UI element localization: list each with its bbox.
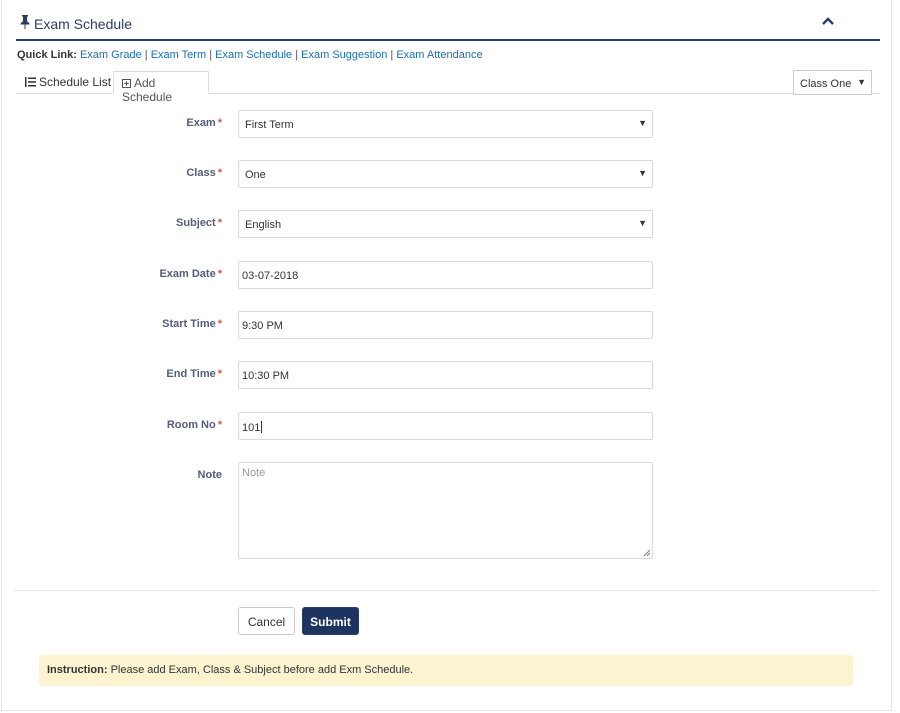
instruction-text: Please add Exam, Class & Subject before … <box>110 664 414 676</box>
note-placeholder: Note <box>242 467 266 479</box>
subject-select[interactable]: English ▼ <box>238 210 653 238</box>
end-time-input[interactable]: 10:30 PM <box>238 361 653 389</box>
room-no-row: Room No * 101 <box>0 412 900 440</box>
tab-add-schedule[interactable]: Add Schedule <box>113 71 209 104</box>
end-time-row: End Time * 10:30 PM <box>0 361 900 389</box>
submit-button[interactable]: Submit <box>302 607 359 635</box>
class-label: Class * <box>186 167 222 179</box>
exam-date-label: Exam Date * <box>159 268 222 280</box>
class-select-value: One <box>245 169 266 181</box>
start-time-value: 9:30 PM <box>242 320 283 332</box>
subject-row: Subject * English ▼ <box>0 210 900 238</box>
class-filter-value: Class One <box>800 78 852 90</box>
form-divider <box>14 590 878 591</box>
caret-down-icon: ▼ <box>638 168 647 178</box>
panel-title: Exam Schedule <box>34 16 133 32</box>
exam-select[interactable]: First Term ▼ <box>238 110 653 138</box>
exam-date-input[interactable]: 03-07-2018 <box>238 261 653 289</box>
list-icon <box>25 77 36 87</box>
class-filter-select[interactable]: Class One ▼ <box>793 70 872 95</box>
note-textarea[interactable]: Note <box>238 462 653 559</box>
tabs-bar: Schedule List Add Schedule <box>16 71 880 104</box>
quick-link-exam-schedule[interactable]: Exam Schedule <box>215 49 292 61</box>
end-time-label: End Time * <box>166 368 222 380</box>
exam-label: Exam * <box>186 117 222 129</box>
subject-label: Subject * <box>175 217 222 229</box>
pin-icon <box>20 15 30 29</box>
exam-date-row: Exam Date * 03-07-2018 <box>0 261 900 289</box>
tab-schedule-list[interactable]: Schedule List <box>25 71 111 94</box>
class-row: Class * One ▼ <box>0 160 900 188</box>
resize-grip-icon[interactable] <box>643 549 651 557</box>
quick-link-separator: | <box>144 49 148 61</box>
start-time-input[interactable]: 9:30 PM <box>238 311 653 339</box>
quick-links: Quick Link: Exam Grade | Exam Term | Exa… <box>17 49 483 61</box>
quick-link-separator: | <box>209 49 213 61</box>
start-time-label: Start Time * <box>162 318 222 330</box>
quick-link-exam-term[interactable]: Exam Term <box>151 49 206 61</box>
room-no-input[interactable]: 101 <box>238 412 653 440</box>
note-label: Note <box>197 469 222 481</box>
plus-square-icon <box>122 79 131 88</box>
end-time-value: 10:30 PM <box>242 370 290 382</box>
exam-date-value: 03-07-2018 <box>242 270 299 282</box>
subject-select-value: English <box>245 219 282 231</box>
cancel-button[interactable]: Cancel <box>238 607 295 635</box>
exam-select-value: First Term <box>245 119 294 131</box>
caret-down-icon: ▼ <box>638 118 647 128</box>
caret-down-icon: ▼ <box>857 77 866 87</box>
class-select[interactable]: One ▼ <box>238 160 653 188</box>
quick-link-exam-grade[interactable]: Exam Grade <box>80 49 142 61</box>
panel-header: Exam Schedule <box>16 0 880 41</box>
instruction-alert: Instruction: Please add Exam, Class & Su… <box>39 655 853 686</box>
quick-link-separator: | <box>295 49 299 61</box>
chevron-up-icon[interactable] <box>822 17 834 25</box>
start-time-row: Start Time * 9:30 PM <box>0 311 900 339</box>
exam-schedule-panel: Exam Schedule Quick Link: Exam Grade | E… <box>1 0 892 711</box>
quick-link-exam-suggestion[interactable]: Exam Suggestion <box>301 49 387 61</box>
exam-row: Exam * First Term ▼ <box>0 110 900 138</box>
text-cursor <box>261 421 263 433</box>
tab-schedule-list-label: Schedule List <box>39 75 112 89</box>
room-no-value: 101 <box>242 422 261 434</box>
caret-down-icon: ▼ <box>638 218 647 228</box>
quick-link-separator: | <box>390 49 394 61</box>
room-no-label: Room No * <box>166 419 222 431</box>
instruction-label: Instruction: <box>47 664 108 676</box>
quick-links-label: Quick Link: <box>17 49 77 61</box>
quick-link-exam-attendance[interactable]: Exam Attendance <box>396 49 482 61</box>
